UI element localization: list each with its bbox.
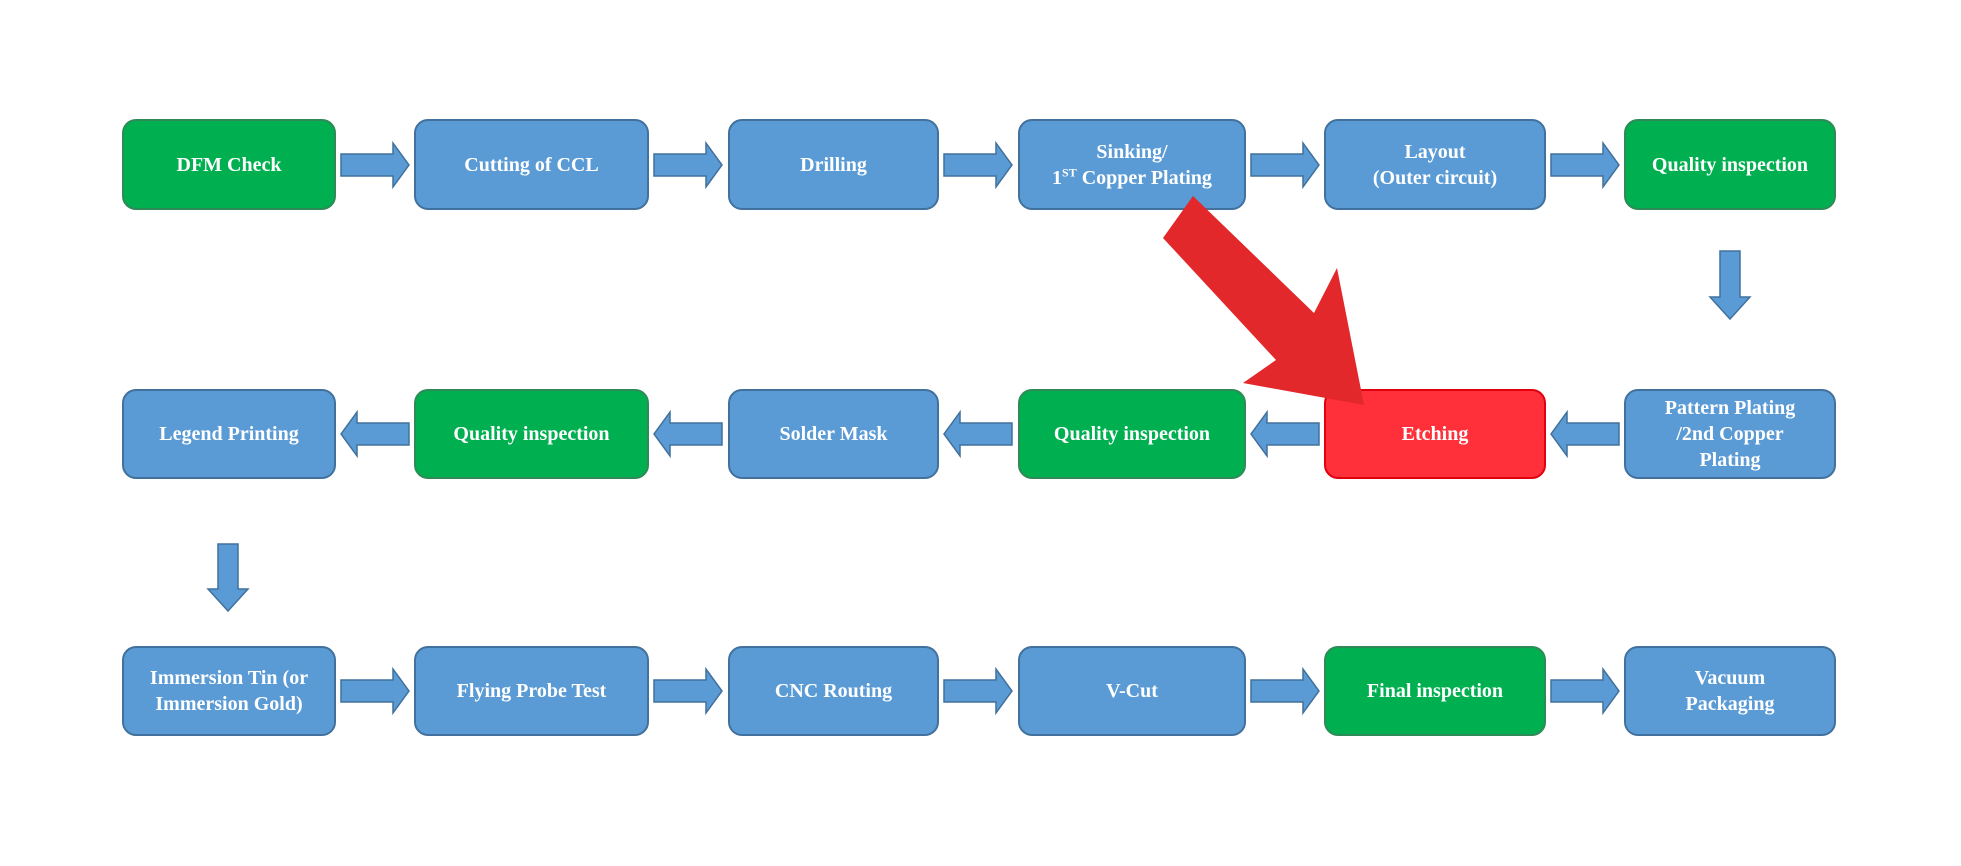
arrow-left-icon (1550, 409, 1620, 459)
arrow-right-icon (1250, 666, 1320, 716)
arrow-down-icon (1708, 250, 1752, 321)
arrow-right-icon (653, 666, 723, 716)
arrow-right-icon (653, 140, 723, 190)
pcb-process-flowchart: DFM Check Cutting of CCL Drilling Sinkin… (0, 0, 1961, 866)
arrow-right-icon (340, 666, 410, 716)
arrow-left-icon (340, 409, 410, 459)
red-arrow-icon (1163, 196, 1364, 405)
arrow-down-icon (206, 543, 250, 613)
connectors-layer (206, 140, 1752, 716)
arrow-left-icon (943, 409, 1013, 459)
arrow-right-icon (943, 666, 1013, 716)
arrow-right-icon (340, 140, 410, 190)
arrow-right-icon (1550, 140, 1620, 190)
arrow-left-icon (1250, 409, 1320, 459)
arrow-left-icon (653, 409, 723, 459)
arrow-right-icon (1550, 666, 1620, 716)
arrow-right-icon (1250, 140, 1320, 190)
arrow-right-icon (943, 140, 1013, 190)
